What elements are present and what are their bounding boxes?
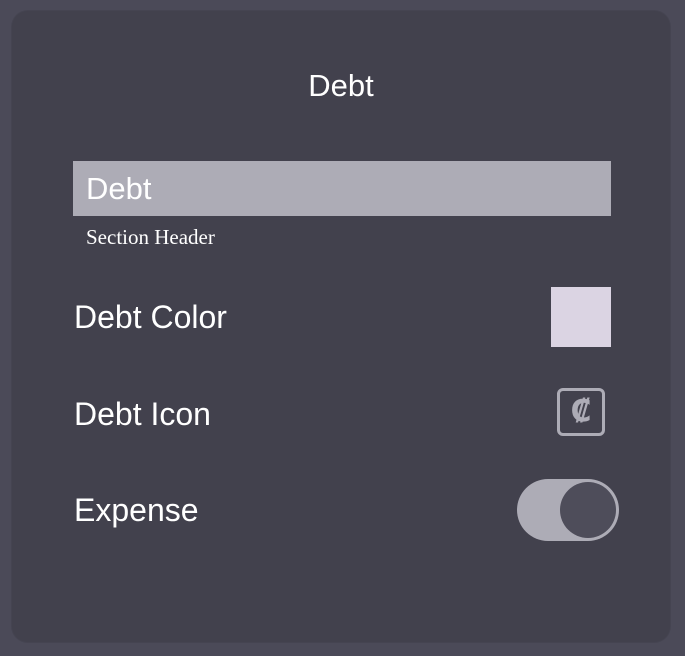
- icon-picker-button[interactable]: ₡: [557, 388, 605, 436]
- expense-label: Expense: [74, 492, 199, 528]
- debt-color-label: Debt Color: [74, 299, 227, 335]
- color-swatch-button[interactable]: [551, 287, 611, 347]
- section-header-caption: Section Header: [86, 225, 215, 249]
- colon-currency-icon: ₡: [570, 394, 592, 429]
- expense-toggle[interactable]: [517, 479, 619, 541]
- section-name-input[interactable]: [73, 161, 611, 216]
- dialog-title: Debt: [308, 68, 374, 103]
- edit-section-panel: Debt Section Header Debt Color Debt Icon…: [12, 11, 670, 642]
- toggle-knob: [560, 482, 616, 538]
- debt-icon-label: Debt Icon: [74, 396, 211, 432]
